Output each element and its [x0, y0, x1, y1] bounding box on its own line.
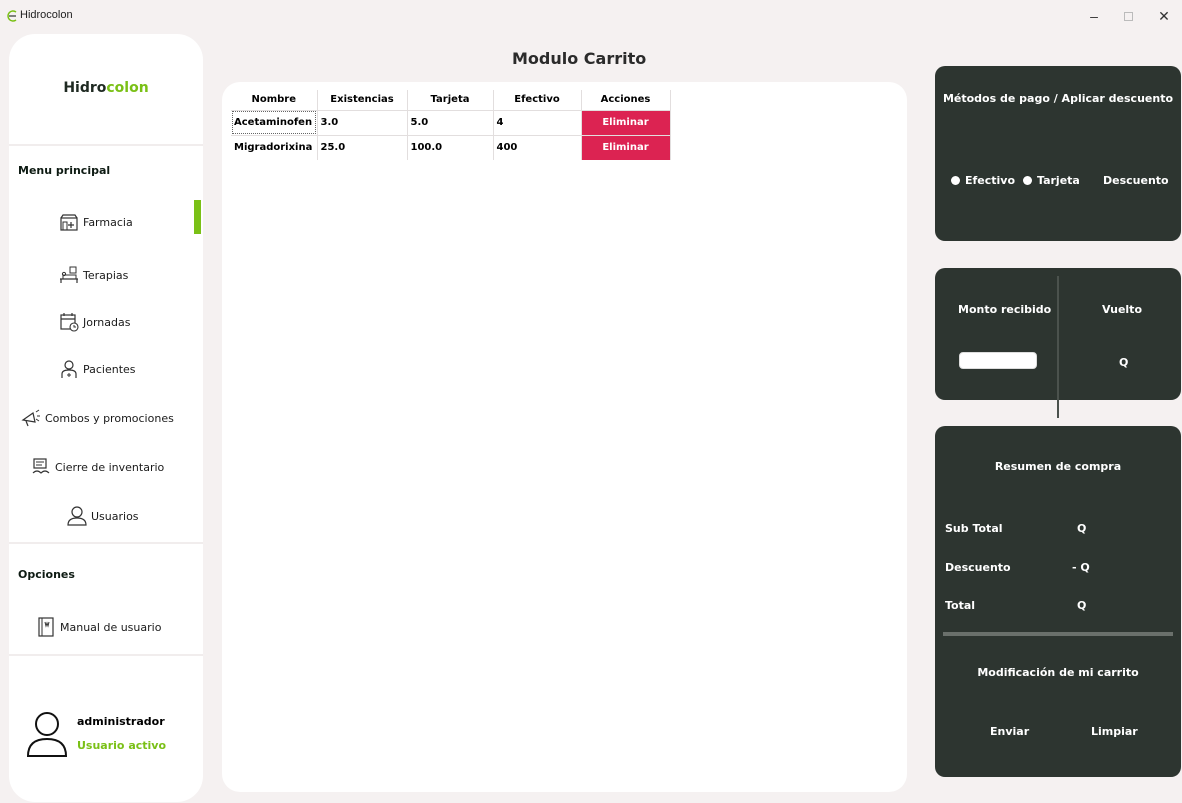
- inventory-icon: [32, 458, 50, 474]
- sidebar-item-label: Manual de usuario: [60, 620, 162, 634]
- cell-efectivo[interactable]: 400: [493, 134, 582, 160]
- cart-table: Nombre Existencias Tarjeta Efectivo Acci…: [231, 90, 671, 160]
- cell-efectivo[interactable]: 4: [493, 109, 582, 135]
- sidebar-item-label: Terapias: [83, 268, 129, 282]
- tarjeta-label: Tarjeta: [1037, 174, 1080, 187]
- cell-tarjeta[interactable]: 100.0: [407, 134, 494, 160]
- delete-button[interactable]: Eliminar: [581, 110, 670, 135]
- patient-icon: [61, 360, 77, 378]
- table-header-row: Nombre Existencias Tarjeta Efectivo Acci…: [231, 90, 671, 110]
- cell-acciones: Eliminar: [581, 134, 671, 160]
- minimize-button[interactable]: –: [1080, 6, 1108, 26]
- page-title: Modulo Carrito: [512, 49, 647, 68]
- summary-title: Resumen de compra: [994, 460, 1122, 473]
- user-icon: [67, 506, 87, 526]
- cash-card: Monto recibido Vuelto Q: [935, 268, 1181, 418]
- divider: [943, 632, 1173, 636]
- sidebar: Hidrocolon Menu principal Farmacia Terap…: [9, 34, 203, 802]
- maximize-button[interactable]: [1114, 6, 1142, 26]
- sidebar-item-usuarios[interactable]: Usuarios: [9, 499, 203, 533]
- radio-icon: [1023, 176, 1032, 185]
- brand-part-2: colon: [106, 80, 149, 96]
- sidebar-item-label: Jornadas: [83, 315, 131, 329]
- sidebar-item-combos[interactable]: Combos y promociones: [9, 401, 203, 435]
- efectivo-label: Efectivo: [965, 174, 1016, 187]
- sidebar-item-cierre-inventario[interactable]: Cierre de inventario: [9, 450, 203, 484]
- calendar-clock-icon: [60, 313, 79, 332]
- radio-icon: [951, 176, 960, 185]
- brand-logo: Hidrocolon: [9, 80, 203, 96]
- sidebar-item-jornadas[interactable]: Jornadas: [9, 305, 203, 339]
- cell-acciones: Eliminar: [581, 109, 671, 135]
- cell-nombre[interactable]: Migradorixina: [231, 134, 318, 160]
- total-label: Total: [945, 599, 976, 612]
- manual-icon: [38, 617, 54, 637]
- table-row[interactable]: Acetaminofen 3.0 5.0 4 Eliminar: [231, 109, 671, 135]
- divider: [9, 144, 203, 146]
- sidebar-item-manual[interactable]: Manual de usuario: [9, 610, 203, 644]
- tarjeta-radio[interactable]: Tarjeta: [1023, 174, 1080, 187]
- summary-card: Resumen de compra Sub Total Q Descuento …: [935, 426, 1181, 777]
- sidebar-item-label: Cierre de inventario: [55, 460, 165, 474]
- user-name: administrador: [77, 715, 165, 728]
- app-logo-icon: [7, 10, 17, 22]
- sidebar-item-label: Combos y promociones: [45, 411, 174, 425]
- table-row[interactable]: Migradorixina 25.0 100.0 400 Eliminar: [231, 134, 671, 160]
- megaphone-icon: [21, 409, 40, 427]
- window-title: Hidrocolon: [20, 9, 73, 21]
- discount-value: - Q: [1072, 561, 1090, 574]
- vuelto-label: Vuelto: [1102, 303, 1142, 316]
- column-header: Efectivo: [493, 90, 582, 110]
- column-header: Tarjeta: [407, 90, 494, 110]
- cell-nombre[interactable]: Acetaminofen: [231, 109, 318, 135]
- subtotal-value: Q: [1077, 522, 1087, 535]
- subtotal-label: Sub Total: [945, 522, 1003, 535]
- sidebar-item-label: Pacientes: [83, 362, 136, 376]
- therapy-bed-icon: [60, 266, 78, 283]
- delete-button[interactable]: Eliminar: [581, 135, 670, 160]
- pharmacy-icon: [60, 214, 78, 231]
- send-button[interactable]: Enviar: [990, 725, 1029, 738]
- descuento-button[interactable]: Descuento: [1103, 174, 1169, 187]
- avatar: [26, 712, 68, 757]
- user-status: Usuario activo: [77, 739, 167, 752]
- title-bar: Hidrocolon – ✕: [0, 0, 1182, 32]
- close-button[interactable]: ✕: [1150, 6, 1178, 26]
- sidebar-item-farmacia[interactable]: Farmacia: [9, 200, 203, 239]
- clear-button[interactable]: Limpiar: [1091, 725, 1138, 738]
- payment-methods-card: Métodos de pago / Aplicar descuento Efec…: [935, 66, 1181, 241]
- discount-label: Descuento: [945, 561, 1011, 574]
- payment-methods-title: Métodos de pago / Aplicar descuento: [942, 92, 1174, 105]
- sidebar-item-terapias[interactable]: Terapias: [9, 258, 203, 292]
- sidebar-item-pacientes[interactable]: Pacientes: [9, 352, 203, 386]
- monto-recibido-label: Monto recibido: [958, 303, 1052, 316]
- column-header: Nombre: [231, 90, 318, 110]
- menu-section-title: Menu principal: [18, 164, 111, 177]
- efectivo-radio[interactable]: Efectivo: [951, 174, 1015, 187]
- divider: [9, 542, 203, 544]
- cart-panel: Nombre Existencias Tarjeta Efectivo Acci…: [222, 82, 907, 792]
- cell-tarjeta[interactable]: 5.0: [407, 109, 494, 135]
- total-value: Q: [1077, 599, 1087, 612]
- column-header: Acciones: [581, 90, 671, 110]
- vuelto-value: Q: [1119, 356, 1129, 369]
- modify-cart-title: Modificación de mi carrito: [977, 666, 1139, 679]
- options-section-title: Opciones: [18, 568, 75, 581]
- monto-recibido-input[interactable]: [959, 352, 1037, 369]
- divider: [9, 654, 203, 656]
- maximize-icon: [1123, 11, 1133, 21]
- sidebar-item-label: Usuarios: [91, 509, 139, 523]
- cell-existencias[interactable]: 3.0: [317, 109, 408, 135]
- brand-part-1: Hidro: [63, 80, 107, 96]
- column-header: Existencias: [317, 90, 408, 110]
- divider: [1057, 276, 1059, 418]
- cell-existencias[interactable]: 25.0: [317, 134, 408, 160]
- sidebar-item-label: Farmacia: [83, 215, 133, 229]
